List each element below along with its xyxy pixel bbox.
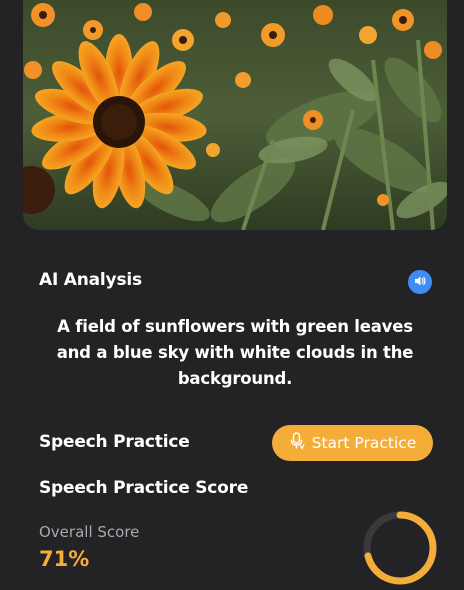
analysis-description: A field of sunflowers with green leaves … xyxy=(56,317,414,388)
overall-score-label: Overall Score xyxy=(39,523,140,541)
overall-score-value: 71% xyxy=(39,547,90,571)
start-practice-button[interactable]: Start Practice xyxy=(272,425,433,461)
microphone-icon xyxy=(289,432,305,454)
speech-practice-score-title: Speech Practice Score xyxy=(39,478,249,498)
ai-analysis-title: AI Analysis xyxy=(39,270,142,290)
start-practice-label: Start Practice xyxy=(311,434,417,452)
speaker-icon xyxy=(413,273,427,292)
score-progress-ring xyxy=(362,510,438,586)
speaker-button[interactable] xyxy=(408,270,432,294)
speech-practice-title: Speech Practice xyxy=(39,432,190,452)
sunflower-photo xyxy=(23,0,447,230)
